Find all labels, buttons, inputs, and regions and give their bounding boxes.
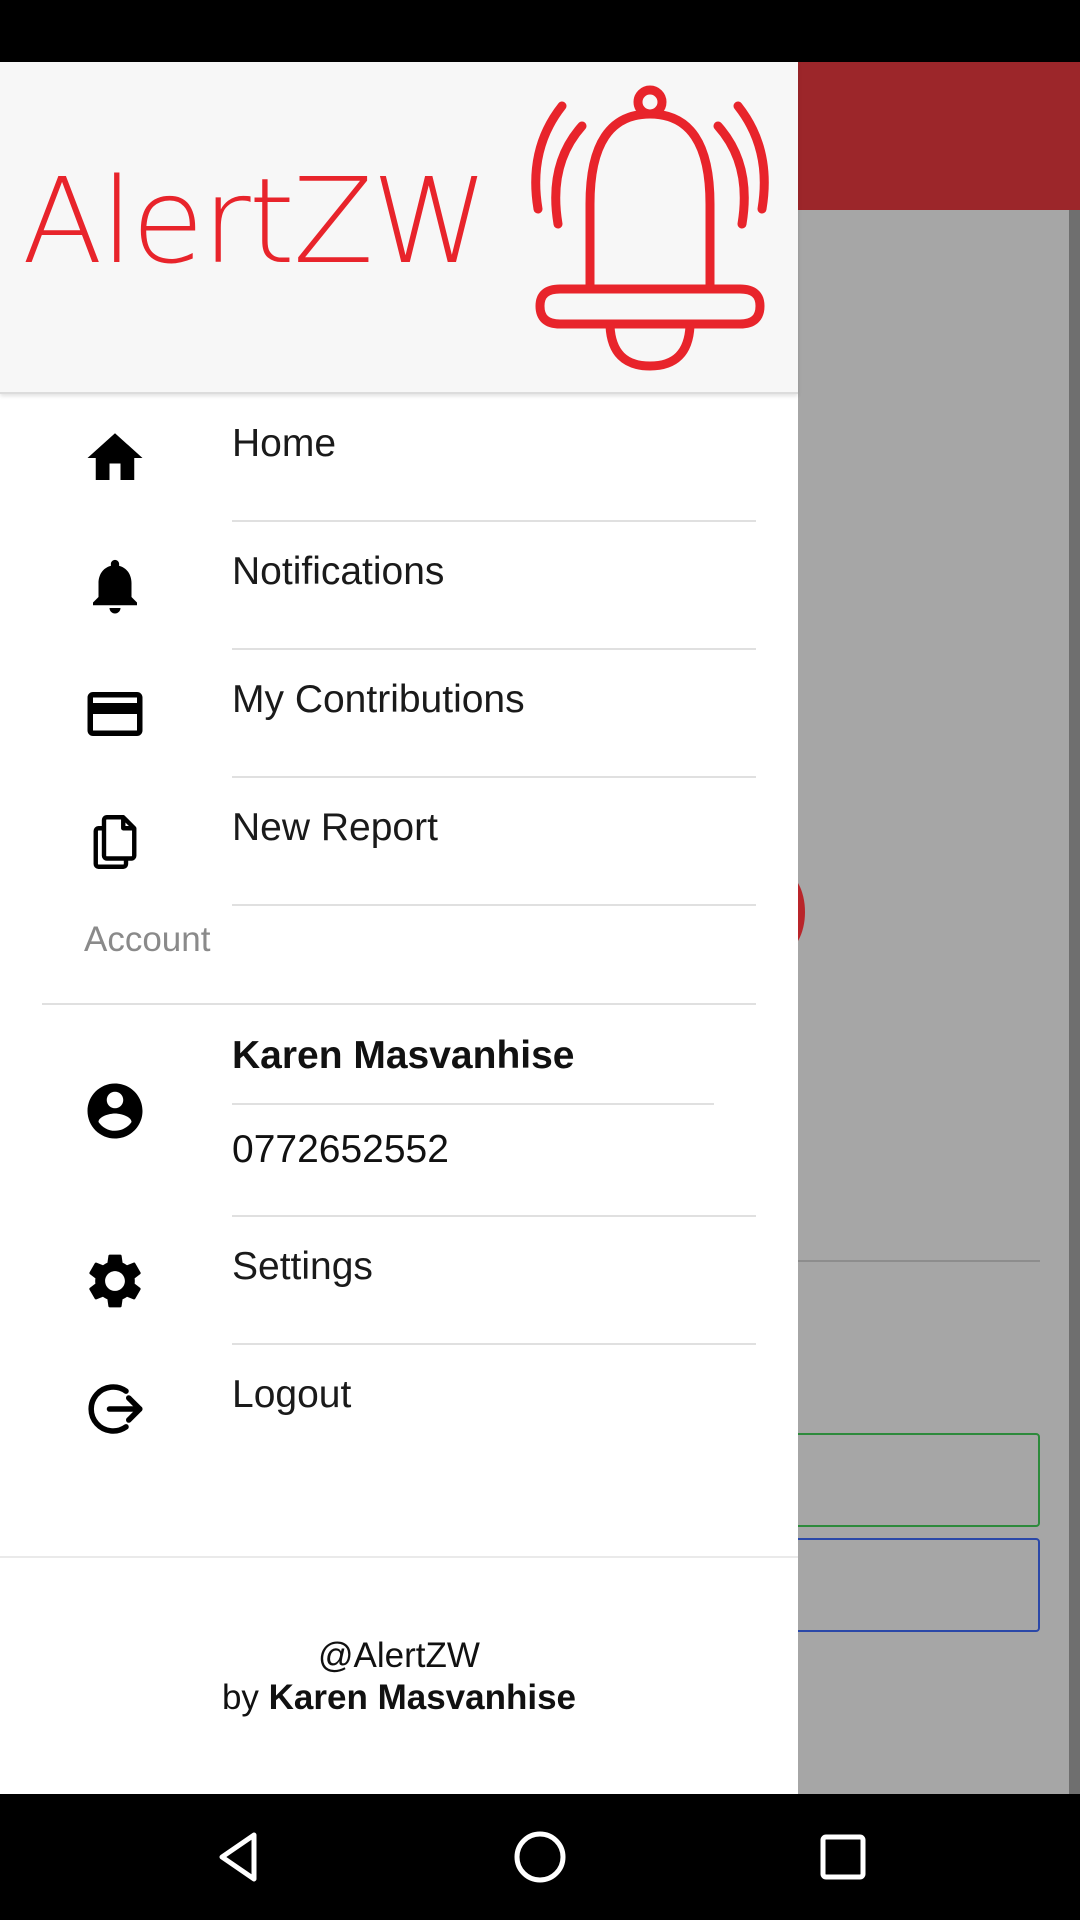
- brand-bell-icon: [531, 85, 769, 371]
- footer-by-prefix: by: [221, 1678, 259, 1717]
- drawer-item-notifications[interactable]: Notifications: [0, 522, 798, 650]
- footer-handle: @AlertZW: [318, 1636, 480, 1675]
- drawer-item-my-contributions[interactable]: My Contributions: [0, 650, 798, 778]
- blue-outline-button[interactable]: [760, 1538, 1040, 1632]
- documents-icon: [93, 815, 137, 869]
- status-bar: [0, 0, 1080, 62]
- drawer-item-label: Settings: [232, 1245, 373, 1288]
- account-circle-icon: [87, 1083, 143, 1139]
- account-section-title: Account: [84, 920, 211, 959]
- brand-logo-text: AlertZW: [22, 152, 488, 290]
- gear-icon: [89, 1254, 141, 1308]
- recents-icon[interactable]: [813, 1827, 873, 1887]
- scrollbar[interactable]: [1069, 210, 1080, 1794]
- divider: [232, 1103, 714, 1105]
- credit-card-icon: [87, 692, 143, 736]
- content-divider: [798, 1260, 1040, 1262]
- bell-icon: [93, 559, 137, 614]
- logout-icon: [88, 1384, 143, 1434]
- home-circle-icon[interactable]: [510, 1827, 570, 1887]
- divider: [42, 1003, 756, 1005]
- drawer-item-home[interactable]: Home: [0, 394, 798, 522]
- footer-author: Karen Masvanhise: [268, 1678, 577, 1717]
- drawer-header: AlertZW: [0, 62, 798, 394]
- account-phone: 0772652552: [232, 1128, 449, 1171]
- navigation-drawer: AlertZW Home Notifications My Contributi…: [0, 62, 798, 1794]
- account-name: Karen Masvanhise: [232, 1034, 575, 1077]
- drawer-item-label: Logout: [232, 1373, 352, 1416]
- drawer-item-label: Notifications: [232, 550, 445, 593]
- system-navigation-bar: [0, 1794, 1080, 1920]
- divider: [232, 904, 756, 906]
- drawer-item-new-report[interactable]: New Report: [0, 778, 798, 906]
- drawer-item-label: My Contributions: [232, 678, 525, 721]
- drawer-item-label: New Report: [232, 806, 438, 849]
- home-icon: [87, 433, 143, 480]
- back-icon[interactable]: [208, 1827, 268, 1887]
- green-outline-button[interactable]: [760, 1433, 1040, 1527]
- drawer-item-settings[interactable]: Settings: [0, 1217, 798, 1345]
- drawer-item-logout[interactable]: Logout: [0, 1345, 798, 1473]
- drawer-item-label: Home: [232, 422, 337, 465]
- footer-credit: by Karen Masvanhise: [0, 1678, 798, 1718]
